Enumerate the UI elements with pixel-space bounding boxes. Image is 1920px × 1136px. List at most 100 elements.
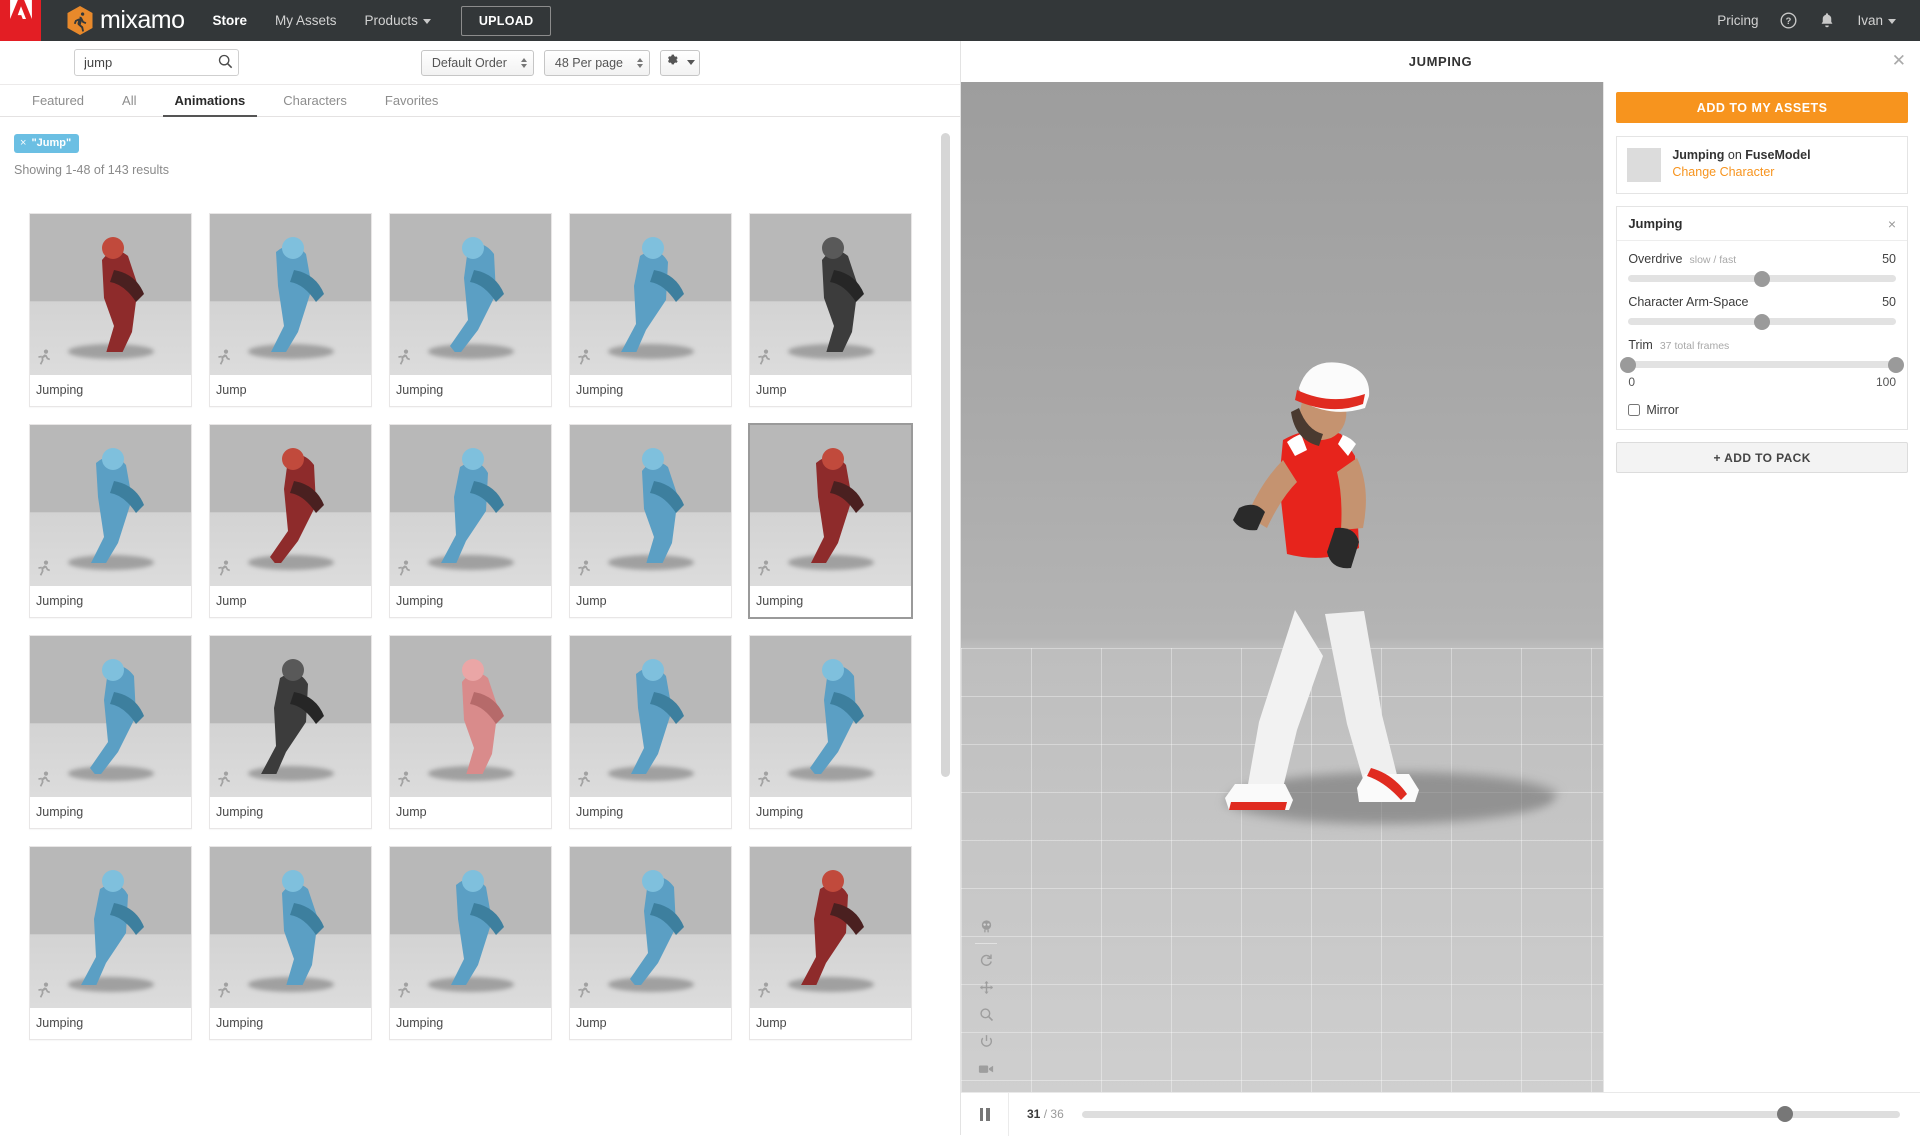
- animation-card-label: Jump: [750, 375, 911, 406]
- animation-card[interactable]: Jumping: [749, 635, 912, 829]
- video-camera-icon[interactable]: [971, 1055, 1001, 1082]
- per-page-select[interactable]: 48 Per page: [543, 49, 650, 76]
- results-scrollbar[interactable]: [941, 133, 950, 1093]
- close-icon[interactable]: ×: [1888, 217, 1896, 231]
- animation-card[interactable]: Jumping: [29, 424, 192, 618]
- timeline-scrubber-handle[interactable]: [1777, 1106, 1794, 1122]
- slider-handle[interactable]: [1754, 270, 1771, 287]
- results-scrollbar-thumb[interactable]: [941, 133, 950, 777]
- animation-thumbnail[interactable]: [750, 636, 911, 797]
- tab-featured[interactable]: Featured: [20, 93, 96, 116]
- animation-thumbnail[interactable]: [390, 214, 551, 375]
- close-icon[interactable]: ✕: [1892, 52, 1906, 69]
- animation-card[interactable]: Jump: [569, 846, 732, 1040]
- animation-thumbnail[interactable]: [30, 847, 191, 1008]
- add-to-my-assets-button[interactable]: ADD TO MY ASSETS: [1616, 92, 1908, 123]
- animation-thumbnail[interactable]: [570, 636, 731, 797]
- 3d-viewport[interactable]: [961, 82, 1604, 1092]
- animation-card[interactable]: Jumping: [209, 635, 372, 829]
- runner-icon: [757, 560, 771, 581]
- nav-link-products[interactable]: Products: [365, 13, 431, 28]
- add-to-pack-button[interactable]: + ADD TO PACK: [1616, 442, 1908, 473]
- animation-card[interactable]: Jumping: [29, 635, 192, 829]
- animation-thumbnail[interactable]: [210, 847, 371, 1008]
- animation-card-label: Jumping: [390, 1008, 551, 1039]
- animation-card[interactable]: Jumping: [749, 424, 912, 618]
- help-circle-icon[interactable]: ?: [1780, 12, 1797, 29]
- character-figure: [260, 659, 324, 774]
- mirror-label[interactable]: Mirror: [1646, 403, 1679, 417]
- chip-remove-icon[interactable]: ×: [20, 137, 26, 149]
- animation-card[interactable]: Jump: [389, 635, 552, 829]
- animation-card[interactable]: Jump: [749, 846, 912, 1040]
- slider-handle-max[interactable]: [1888, 356, 1904, 373]
- animation-thumbnail[interactable]: [570, 214, 731, 375]
- nav-link-pricing[interactable]: Pricing: [1717, 13, 1758, 28]
- animation-card[interactable]: Jump: [749, 213, 912, 407]
- animation-thumbnail[interactable]: [750, 214, 911, 375]
- animation-thumbnail[interactable]: [390, 425, 551, 586]
- animation-thumbnail[interactable]: [210, 214, 371, 375]
- animation-thumbnail[interactable]: [30, 214, 191, 375]
- power-icon[interactable]: [971, 1028, 1001, 1055]
- animation-thumbnail[interactable]: [30, 636, 191, 797]
- animation-thumbnail[interactable]: [750, 847, 911, 1008]
- animation-card[interactable]: Jumping: [389, 846, 552, 1040]
- animation-card[interactable]: Jump: [209, 213, 372, 407]
- runner-icon: [757, 771, 771, 792]
- mirror-checkbox[interactable]: [1628, 404, 1641, 416]
- tab-characters[interactable]: Characters: [271, 93, 359, 116]
- animation-thumbnail[interactable]: [390, 636, 551, 797]
- mixamo-brand[interactable]: mixamo: [67, 6, 185, 35]
- animation-card[interactable]: Jump: [569, 424, 732, 618]
- filter-chip-jump[interactable]: × "Jump": [14, 134, 80, 153]
- zoom-icon[interactable]: [971, 1001, 1001, 1028]
- runner-icon: [757, 349, 771, 370]
- nav-right-group: Pricing ? Ivan: [1717, 12, 1920, 29]
- upload-button[interactable]: UPLOAD: [460, 5, 552, 36]
- animation-card[interactable]: Jumping: [389, 213, 552, 407]
- animation-card-label: Jumping: [30, 1008, 191, 1039]
- tab-animations[interactable]: Animations: [162, 93, 258, 117]
- character-figure: [449, 237, 504, 352]
- control-arm-space-label: Character Arm-Space: [1628, 295, 1749, 309]
- user-menu[interactable]: Ivan: [1857, 13, 1896, 28]
- animation-card[interactable]: Jumping: [389, 424, 552, 618]
- pause-button[interactable]: [961, 1092, 1009, 1136]
- animation-card[interactable]: Jump: [209, 424, 372, 618]
- animation-thumbnail[interactable]: [750, 425, 911, 586]
- animation-card[interactable]: Jumping: [569, 213, 732, 407]
- control-arm-space-slider[interactable]: [1628, 313, 1896, 330]
- skeleton-icon[interactable]: [971, 913, 1001, 940]
- animation-thumbnail[interactable]: [210, 425, 371, 586]
- slider-handle[interactable]: [1754, 313, 1771, 330]
- tab-favorites[interactable]: Favorites: [373, 93, 450, 116]
- animation-thumbnail[interactable]: [30, 425, 191, 586]
- nav-link-store[interactable]: Store: [213, 13, 248, 28]
- trim-max-label: 100: [1875, 375, 1896, 389]
- sort-order-select[interactable]: Default Order: [420, 49, 534, 76]
- animation-thumbnail[interactable]: [210, 636, 371, 797]
- reset-rotation-icon[interactable]: [971, 947, 1001, 974]
- tab-all[interactable]: All: [110, 93, 148, 116]
- animation-thumbnail[interactable]: [390, 847, 551, 1008]
- search-input[interactable]: [74, 49, 239, 76]
- runner-icon: [37, 349, 51, 370]
- control-trim-slider[interactable]: [1620, 356, 1904, 373]
- change-character-link[interactable]: Change Character: [1672, 165, 1810, 179]
- control-overdrive-slider[interactable]: [1628, 270, 1896, 287]
- pan-icon[interactable]: [971, 974, 1001, 1001]
- slider-handle-min[interactable]: [1620, 356, 1637, 373]
- animation-card[interactable]: Jumping: [569, 635, 732, 829]
- animation-thumbnail[interactable]: [570, 847, 731, 1008]
- bell-icon[interactable]: [1819, 12, 1835, 29]
- search-icon[interactable]: [218, 54, 233, 69]
- animation-card[interactable]: Jumping: [29, 846, 192, 1040]
- nav-link-my-assets[interactable]: My Assets: [275, 13, 337, 28]
- animation-thumbnail[interactable]: [570, 425, 731, 586]
- settings-menu-button[interactable]: [660, 49, 700, 76]
- chevron-down-icon: [686, 60, 695, 65]
- animation-card[interactable]: Jumping: [209, 846, 372, 1040]
- animation-card[interactable]: Jumping: [29, 213, 192, 407]
- timeline-track[interactable]: [1081, 1106, 1900, 1122]
